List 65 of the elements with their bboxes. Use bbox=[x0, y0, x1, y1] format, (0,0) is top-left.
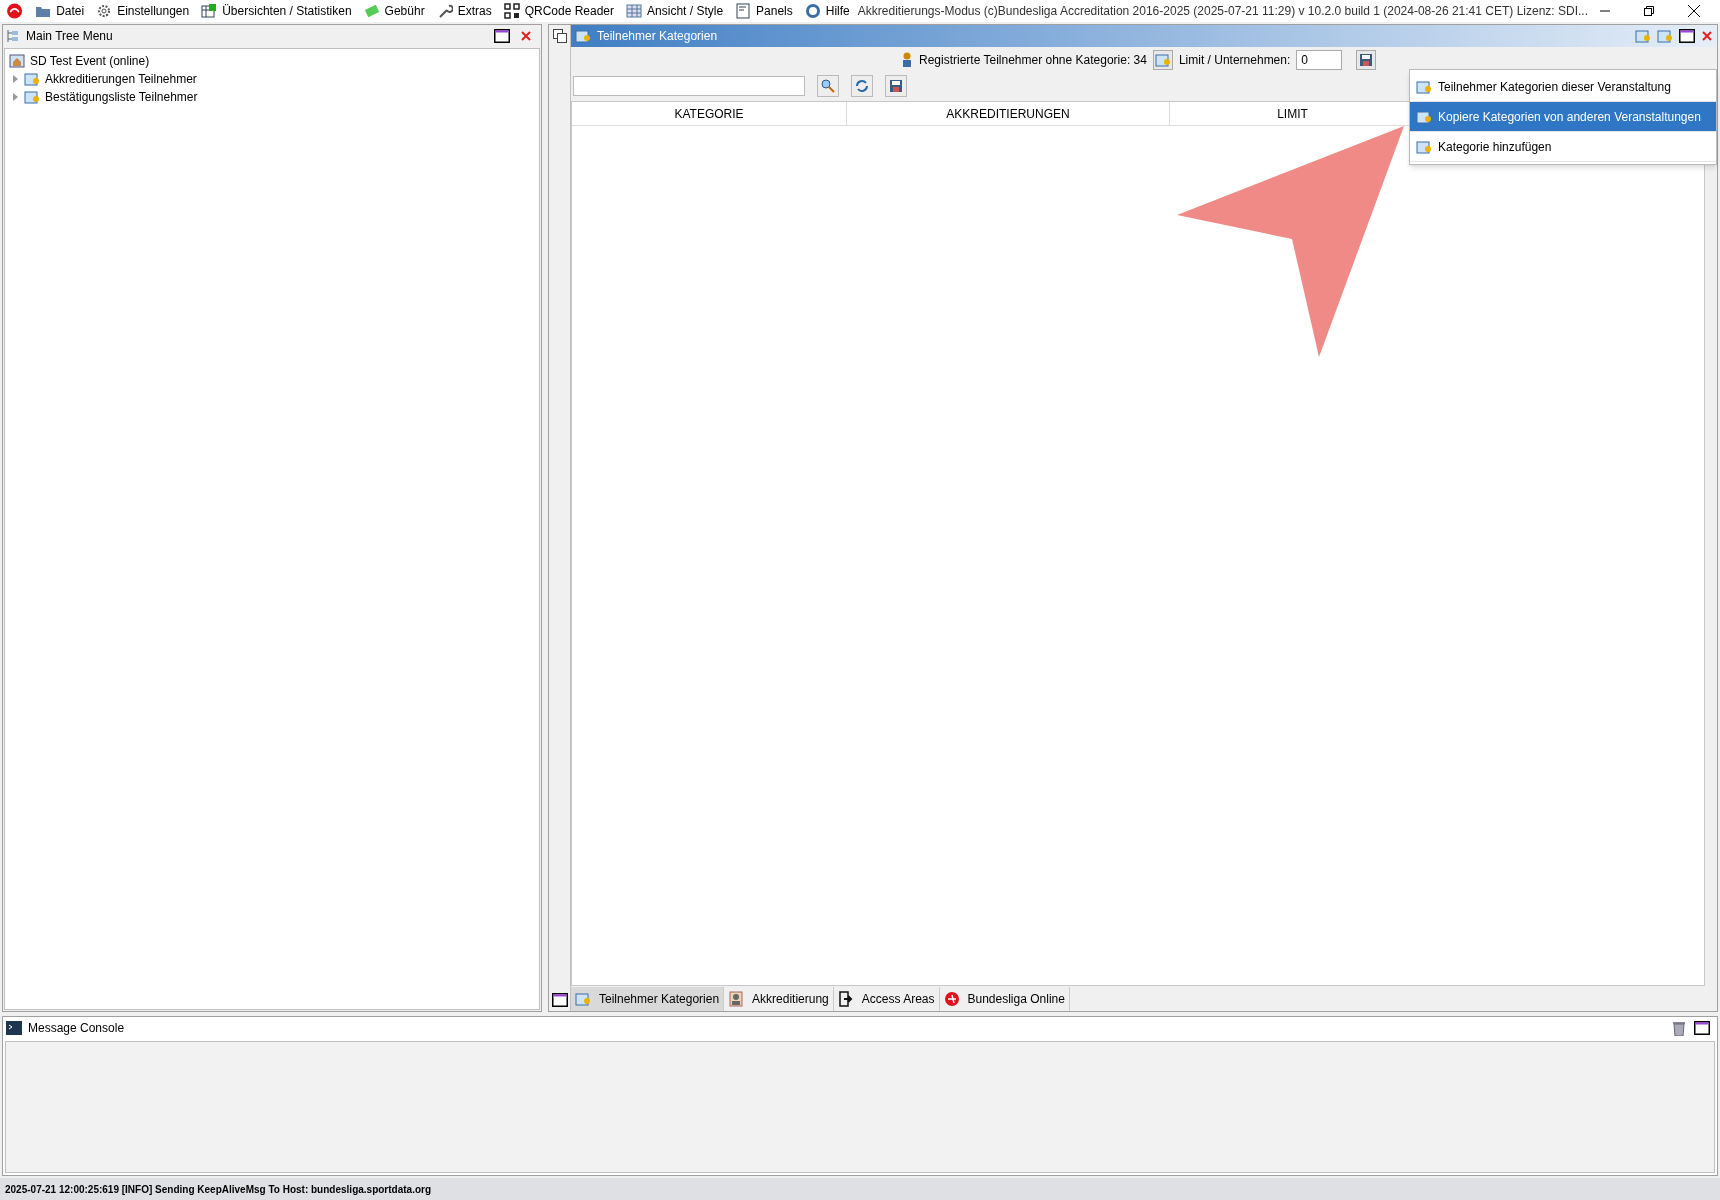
menu-item[interactable]: QRCode Reader bbox=[503, 2, 615, 20]
menu-item[interactable]: Gebühr bbox=[363, 2, 425, 20]
grid-icon bbox=[626, 3, 643, 19]
folder-person-icon bbox=[1416, 138, 1432, 155]
tab[interactable]: Teilnehmer Kategorien bbox=[571, 987, 725, 1011]
search-icon bbox=[821, 79, 835, 93]
panel-title: Teilnehmer Kategorien bbox=[597, 28, 718, 45]
limit-field[interactable]: 0 bbox=[1296, 50, 1343, 70]
settings-icon bbox=[96, 3, 113, 19]
restore-icon[interactable] bbox=[1644, 6, 1654, 16]
menu-item[interactable]: Datei bbox=[35, 2, 85, 20]
menu-item[interactable]: Einstellungen bbox=[96, 2, 190, 20]
maximize-icon[interactable] bbox=[494, 29, 510, 43]
menu-item[interactable]: Extras bbox=[436, 2, 492, 20]
maximize-icon[interactable] bbox=[1694, 1021, 1710, 1035]
folder-person-icon bbox=[575, 28, 591, 44]
info-text: Registrierte Teilnehmer ohne Kategorie: 34 bbox=[919, 52, 1147, 69]
panel-title: Message Console bbox=[28, 1020, 125, 1037]
folder-person-icon bbox=[1416, 108, 1432, 125]
refresh-button[interactable] bbox=[851, 75, 873, 97]
folder-person-icon bbox=[1635, 28, 1651, 44]
maximize-icon[interactable] bbox=[1679, 29, 1695, 43]
folder-person-icon bbox=[24, 71, 40, 87]
tree-item[interactable]: SD Test Event (online) bbox=[9, 52, 539, 70]
folder-person-icon bbox=[1657, 28, 1673, 44]
column-header[interactable]: KATEGORIE bbox=[572, 102, 847, 125]
save-button[interactable] bbox=[885, 75, 907, 97]
field-label: Limit / Unternehmen: bbox=[1178, 52, 1291, 69]
panel-icon bbox=[735, 3, 752, 19]
terminal-icon bbox=[6, 1021, 22, 1035]
menu-item[interactable]: Kategorie hinzufügen bbox=[1410, 132, 1716, 162]
copy-icon[interactable] bbox=[552, 29, 567, 43]
trash-icon[interactable] bbox=[1672, 1020, 1686, 1036]
search-button[interactable] bbox=[817, 75, 839, 97]
tree-icon bbox=[6, 29, 20, 43]
save-button[interactable] bbox=[1356, 50, 1377, 70]
menu-item[interactable]: Ansicht / Style bbox=[626, 2, 724, 20]
logo-icon bbox=[943, 991, 960, 1007]
menu-item[interactable]: Hilfe bbox=[804, 2, 850, 20]
folder-person-icon bbox=[1416, 78, 1432, 95]
exit-icon bbox=[837, 991, 854, 1007]
folder-person-icon bbox=[575, 991, 591, 1007]
search-field[interactable] bbox=[573, 76, 805, 96]
clipboard-button[interactable] bbox=[1152, 50, 1173, 70]
status-bar: 2025-07-21 12:00:25:619 [INFO] Sending KeepAliveMsg To Host: bundesliga.sportdata.org bbox=[0, 1178, 1720, 1200]
house-icon bbox=[9, 53, 25, 69]
person-icon bbox=[901, 52, 913, 68]
folder-person-icon bbox=[24, 89, 40, 105]
panel-title: Main Tree Menu bbox=[26, 28, 113, 45]
refresh-icon bbox=[855, 79, 869, 93]
expand-arrow-icon[interactable] bbox=[11, 75, 19, 83]
person-icon bbox=[728, 991, 745, 1007]
table-icon bbox=[201, 3, 218, 19]
qr-code-icon bbox=[503, 3, 520, 19]
tree-item[interactable]: Akkreditierungen Teilnehmer bbox=[24, 70, 197, 88]
maximize-icon[interactable] bbox=[551, 993, 568, 1007]
expand-arrow-icon[interactable] bbox=[11, 93, 19, 101]
window-title: Akkreditierungs-Modus (c)Bundesliga Accreditation 2016-2025 (2025-07-21 11:29) v 10.2.0 build 1 (2024-08-26 21:41 CET) Lizenz: SDI... bbox=[857, 3, 1588, 20]
menu-item[interactable]: Panels bbox=[735, 2, 793, 20]
folder-person-icon bbox=[1154, 52, 1171, 68]
menu-item[interactable]: Kopiere Kategorien von anderen Veranstaltungen bbox=[1410, 102, 1716, 132]
column-header[interactable]: AKKREDITIERUNGEN bbox=[847, 102, 1170, 125]
close-icon[interactable] bbox=[1688, 5, 1700, 17]
menu-item[interactable]: Übersichten / Statistiken bbox=[201, 2, 352, 20]
tree-item[interactable]: Bestätigungsliste Teilnehmer bbox=[24, 88, 198, 106]
